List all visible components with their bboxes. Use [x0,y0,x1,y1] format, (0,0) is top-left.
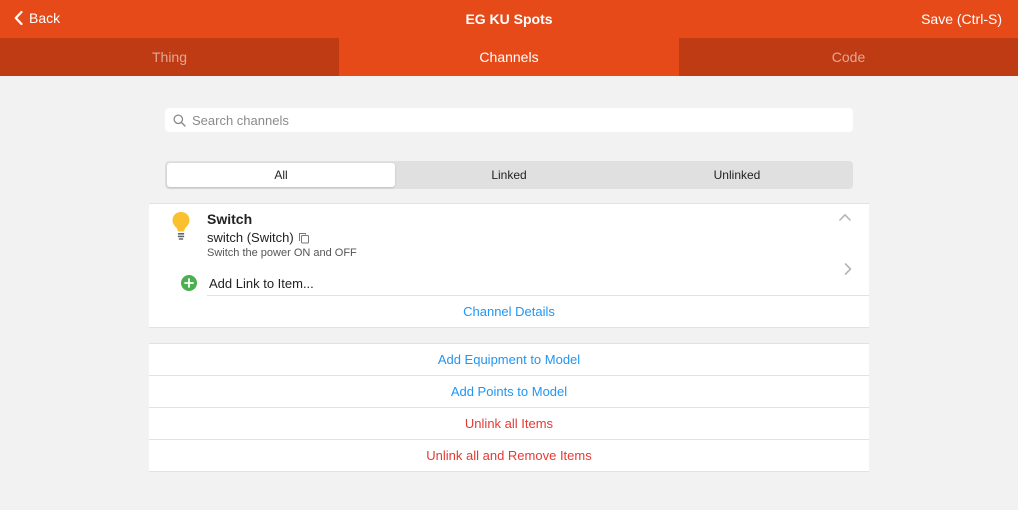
add-points-button[interactable]: Add Points to Model [149,376,869,408]
tab-code[interactable]: Code [679,38,1018,76]
channel-details-link[interactable]: Channel Details [149,304,869,319]
chevron-up-icon[interactable] [839,213,851,221]
channel-card: Switch switch (Switch) Switch the power … [149,203,869,328]
unlink-all-button[interactable]: Unlink all Items [149,408,869,440]
chevron-right-icon [844,263,852,275]
add-equipment-button[interactable]: Add Equipment to Model [149,344,869,376]
page-title: EG KU Spots [465,11,553,27]
filter-unlinked[interactable]: Unlinked [623,163,851,187]
channel-description: Switch the power ON and OFF [207,247,357,259]
search-icon [173,113,186,127]
save-button[interactable]: Save (Ctrl-S) [921,11,1002,27]
copy-icon[interactable] [298,232,310,244]
channel-type: switch (Switch) [207,230,294,245]
add-link-button[interactable]: Add Link to Item... [181,270,869,296]
unlink-remove-button[interactable]: Unlink all and Remove Items [149,440,869,472]
divider [207,295,869,296]
tab-thing[interactable]: Thing [0,38,339,76]
actions-list: Add Equipment to Model Add Points to Mod… [149,343,869,472]
navbar: Back EG KU Spots Save (Ctrl-S) [0,0,1018,38]
channel-title: Switch [207,211,253,227]
tab-bar: Thing Channels Code [0,38,1018,76]
filter-all[interactable]: All [167,163,395,187]
add-link-label: Add Link to Item... [209,275,314,291]
search-input[interactable] [192,112,832,128]
plus-circle-icon [181,275,197,291]
filter-linked[interactable]: Linked [395,163,623,187]
channel-filter: All Linked Unlinked [165,161,853,189]
lightbulb-icon [172,212,190,240]
search-bar [165,108,853,132]
channel-type-row: switch (Switch) [207,230,310,245]
tab-channels[interactable]: Channels [339,38,679,76]
